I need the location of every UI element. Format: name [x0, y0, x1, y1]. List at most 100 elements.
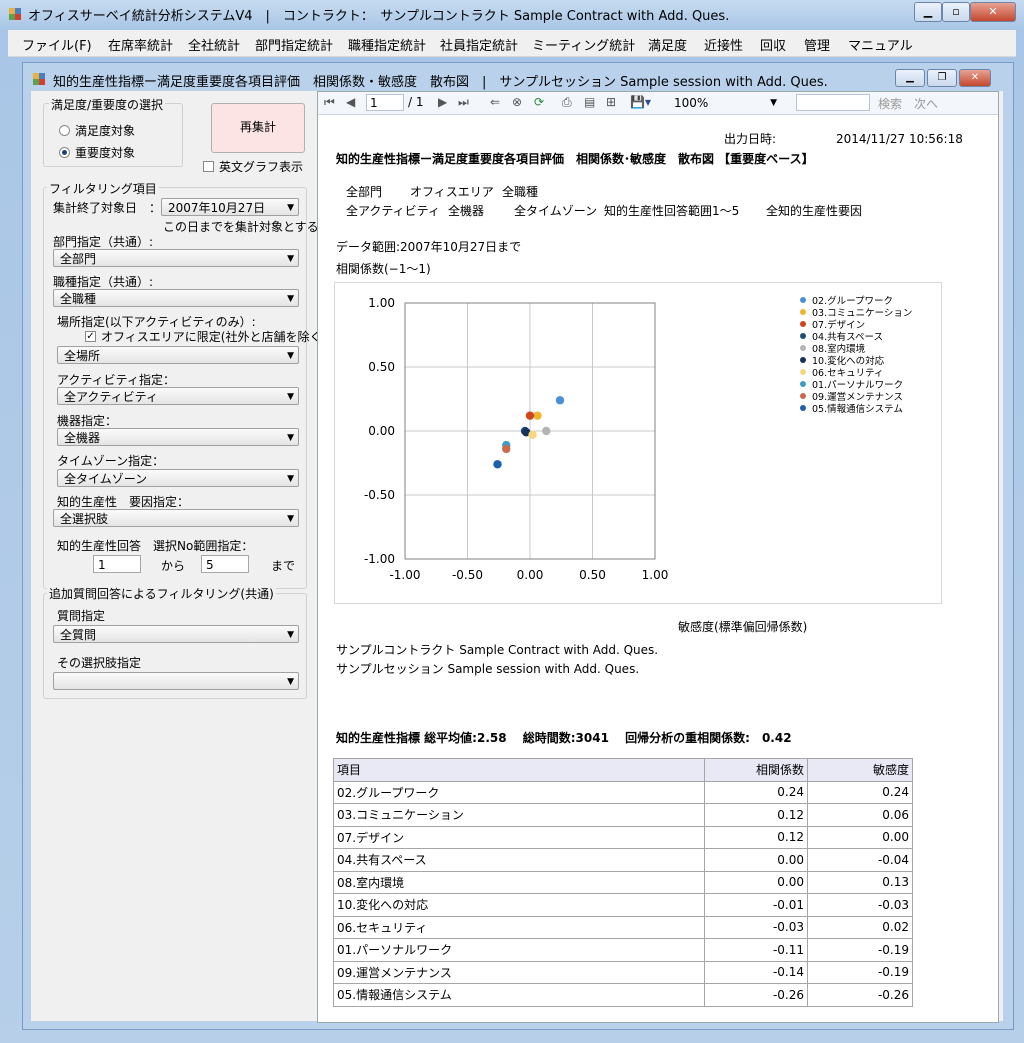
job-select[interactable]: 全職種 ▼ — [53, 289, 299, 307]
factor-value: 全選択肢 — [60, 512, 109, 526]
y-tick-label: -1.00 — [364, 552, 395, 566]
activity-select[interactable]: 全アクティビティ ▼ — [57, 387, 299, 405]
print-icon[interactable]: ⎙ — [562, 95, 572, 110]
cell-sensitivity: -0.04 — [807, 848, 913, 872]
range-from-input[interactable]: 1 — [93, 555, 141, 573]
english-graph-label[interactable]: 英文グラフ表示 — [219, 158, 303, 175]
radio-satisfaction[interactable] — [59, 125, 70, 136]
child-window: 知的生産性指標ー満足度重要度各項目評価 相関係数・敏感度 散布図 | サンプルセ… — [22, 62, 1014, 1030]
filter-place: オフィスエリア — [410, 185, 494, 199]
recalc-button[interactable]: 再集計 — [211, 103, 305, 153]
menu-collection[interactable]: 回収 — [760, 35, 786, 54]
question-select[interactable]: 全質問 ▼ — [53, 625, 299, 643]
cell-correlation: -0.01 — [704, 893, 808, 917]
search-link[interactable]: 検索 — [878, 95, 902, 112]
filter-group-label: フィルタリング項目 — [47, 180, 159, 197]
cell-correlation: -0.03 — [704, 915, 808, 939]
scatter-chart-frame: -1.00 -0.50 0.00 0.50 1.00 1.00 0.50 0.00 -0.50 -… — [334, 282, 942, 604]
print-layout-icon[interactable]: ▤ — [584, 95, 595, 109]
table-row: 10.変化への対応 -0.01 -0.03 — [333, 893, 913, 917]
radio-importance[interactable] — [59, 147, 70, 158]
y-tick-label: -0.50 — [364, 488, 395, 502]
close-button[interactable]: ✕ — [970, 2, 1016, 22]
menu-meeting[interactable]: ミーティング統計 — [532, 35, 635, 54]
maximize-icon: ▫ — [952, 5, 960, 18]
child-close-button[interactable]: ✕ — [959, 69, 991, 87]
menu-dept[interactable]: 部門指定統計 — [255, 35, 333, 54]
menu-admin[interactable]: 管理 — [804, 35, 830, 54]
table-row: 07.デザイン 0.12 0.00 — [333, 825, 913, 849]
place-select[interactable]: 全場所 ▼ — [57, 346, 299, 364]
child-restore-button[interactable]: ❐ — [927, 69, 957, 87]
legend-entry: 01.パーソナルワーク — [812, 380, 903, 391]
legend-marker — [800, 297, 806, 303]
x-tick-label: 0.00 — [517, 568, 544, 582]
y-axis-title: 相関係数(−1～1) — [336, 262, 431, 276]
english-graph-checkbox[interactable] — [203, 161, 214, 172]
menu-manual[interactable]: マニュアル — [848, 35, 913, 54]
menu-employee[interactable]: 社員指定統計 — [440, 35, 518, 54]
zoom-select[interactable]: 100% ▼ — [670, 94, 782, 111]
range-to-text: まで — [271, 559, 296, 573]
data-point — [533, 411, 542, 420]
device-select[interactable]: 全機器 ▼ — [57, 428, 299, 446]
job-value: 全職種 — [60, 292, 97, 306]
end-date-note: この日までを集計対象とする — [163, 220, 319, 234]
menu-proximity[interactable]: 近接性 — [704, 35, 743, 54]
office-only-label[interactable]: オフィスエリアに限定(社外と店舗を除く) — [101, 328, 326, 345]
menu-file[interactable]: ファイル(F) — [22, 35, 92, 54]
end-date-picker[interactable]: 2007年10月27日 ▼ — [161, 198, 299, 216]
menu-attendance[interactable]: 在席率統計 — [108, 35, 173, 54]
page-setup-icon[interactable]: ⊞ — [606, 95, 616, 109]
app-window: オフィスサーベイ統計分析システムV4 | コントラクト： サンプルコントラクト … — [0, 0, 1024, 1043]
legend-entry: 02.グループワーク — [812, 295, 893, 307]
search-input[interactable] — [796, 94, 870, 111]
page-input[interactable]: 1 — [366, 94, 404, 111]
menu-company[interactable]: 全社統計 — [188, 35, 240, 54]
chevron-down-icon: ▼ — [287, 254, 294, 264]
maximize-button[interactable]: ▫ — [942, 2, 970, 22]
radio-importance-label[interactable]: 重要度対象 — [75, 144, 135, 161]
x-axis-title: 敏感度(標準偏回帰係数) — [678, 620, 808, 634]
choice-select[interactable]: ▼ — [53, 672, 299, 690]
back-icon[interactable]: ⇐ — [490, 95, 500, 109]
cell-sensitivity: 0.02 — [807, 915, 913, 939]
legend-entry: 06.セキュリティ — [812, 368, 884, 379]
menu-satisfaction[interactable]: 満足度 — [648, 35, 687, 54]
factor-select[interactable]: 全選択肢 ▼ — [53, 509, 299, 527]
legend-marker — [800, 321, 806, 327]
cell-sensitivity: 0.00 — [807, 825, 913, 849]
dept-select[interactable]: 全部門 ▼ — [53, 249, 299, 267]
app-title: オフィスサーベイ統計分析システムV4 | コントラクト： サンプルコントラクト … — [28, 9, 730, 24]
chevron-down-icon: ▼ — [287, 203, 294, 213]
export-icon[interactable]: 💾▾ — [630, 95, 651, 109]
cell-correlation: 0.12 — [704, 803, 808, 827]
last-page-icon[interactable]: ⏭ — [458, 95, 469, 110]
refresh-icon[interactable]: ⟳ — [534, 95, 544, 109]
filter-factor: 全知的生産性要因 — [766, 204, 863, 218]
table-row: 09.運営メンテナンス -0.14 -0.19 — [333, 960, 913, 984]
table-row: 05.情報通信システム -0.26 -0.26 — [333, 983, 913, 1007]
cell-correlation: 0.00 — [704, 870, 808, 894]
dept-value: 全部門 — [60, 252, 97, 266]
first-page-icon[interactable]: ⏮ — [324, 95, 335, 110]
range-to-input[interactable]: 5 — [201, 555, 249, 573]
cell-item: 01.パーソナルワーク — [333, 938, 705, 962]
timezone-label: タイムゾーン指定： — [57, 454, 165, 468]
timezone-value: 全タイムゾーン — [64, 472, 148, 486]
timezone-select[interactable]: 全タイムゾーン ▼ — [57, 469, 299, 487]
menu-job[interactable]: 職種指定統計 — [348, 35, 426, 54]
next-link[interactable]: 次へ — [914, 95, 938, 112]
prev-page-icon[interactable]: ◀ — [346, 95, 355, 109]
radio-satisfaction-label[interactable]: 満足度対象 — [75, 122, 135, 139]
office-only-checkbox[interactable]: ✓ — [85, 331, 96, 342]
filter-timezone: 全タイムゾーン — [514, 204, 598, 218]
stop-icon[interactable]: ⊗ — [512, 95, 522, 109]
next-page-icon[interactable]: ▶ — [438, 95, 447, 109]
legend-entry: 07.デザイン — [812, 319, 865, 331]
child-minimize-button[interactable]: ▁ — [895, 69, 925, 87]
minimize-button[interactable]: ▁ — [914, 2, 942, 22]
cell-item: 06.セキュリティ — [333, 915, 705, 939]
chevron-down-icon: ▼ — [287, 294, 294, 304]
table-row: 01.パーソナルワーク -0.11 -0.19 — [333, 938, 913, 962]
